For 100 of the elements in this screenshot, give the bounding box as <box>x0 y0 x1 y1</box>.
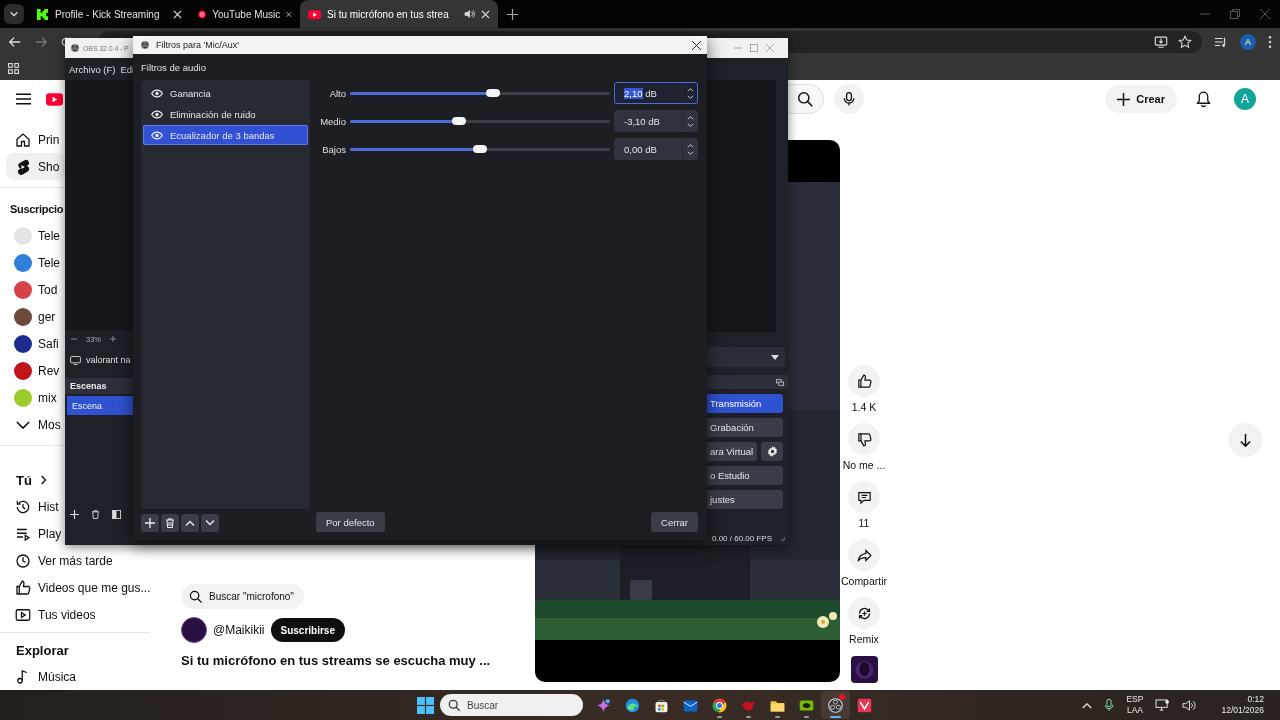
sidebar-item[interactable]: Sho <box>6 153 66 180</box>
search-button[interactable] <box>786 84 824 114</box>
slider[interactable] <box>350 116 610 126</box>
sidebar-item[interactable]: ger <box>6 303 62 330</box>
sidebar-item[interactable]: Prin <box>6 126 66 153</box>
channel-name[interactable]: @Maikikii <box>213 623 265 637</box>
bell-icon[interactable] <box>1195 90 1212 108</box>
control-button[interactable]: o Estudio <box>707 466 783 485</box>
next-video-button[interactable] <box>1228 423 1262 457</box>
channel-avatar[interactable] <box>181 617 207 643</box>
comment-button[interactable] <box>848 481 880 513</box>
apps-grid-icon[interactable] <box>8 62 19 74</box>
like-button[interactable] <box>848 365 880 397</box>
share-button[interactable] <box>848 539 880 571</box>
sidebar-item[interactable]: Música <box>6 663 82 690</box>
browser-tab[interactable]: Profile - Kick Streaming <box>28 0 190 28</box>
taskbar-button[interactable] <box>821 691 850 719</box>
speaker-icon[interactable] <box>463 8 475 20</box>
scene-item[interactable]: Escena <box>67 396 133 415</box>
forward-icon[interactable] <box>34 35 48 49</box>
remix-button[interactable] <box>848 597 880 629</box>
step-down-icon[interactable] <box>686 94 694 100</box>
eye-icon[interactable] <box>151 88 163 98</box>
install-icon[interactable] <box>1154 35 1168 49</box>
filter-item[interactable]: Ganancia <box>143 83 308 103</box>
add-icon[interactable] <box>70 509 79 519</box>
search-field[interactable]: Buscar <box>440 694 583 716</box>
number-field[interactable]: 2,10 dB <box>614 82 698 104</box>
more-menu-icon[interactable] <box>1268 35 1272 49</box>
step-up-icon[interactable] <box>686 86 694 92</box>
network-icon[interactable] <box>1155 698 1171 712</box>
menu-icon[interactable] <box>16 93 31 105</box>
undock-icon[interactable] <box>776 378 784 386</box>
trash-icon[interactable] <box>91 509 100 519</box>
control-button[interactable]: Transmisión <box>707 394 783 413</box>
eye-icon[interactable] <box>151 109 163 119</box>
profile-avatar[interactable]: A <box>1240 34 1256 50</box>
start-icon[interactable] <box>417 696 434 714</box>
sidebar-item[interactable]: Rev <box>6 357 66 384</box>
eye-icon[interactable] <box>151 130 163 140</box>
move-up-button[interactable] <box>181 514 199 532</box>
number-field[interactable]: -3,10 dB <box>614 110 698 132</box>
sidebar-item[interactable]: Tus videos <box>6 601 102 628</box>
show-more-link[interactable]: Mos <box>6 411 67 438</box>
defaults-button[interactable]: Por defecto <box>316 512 385 532</box>
slider[interactable] <box>350 144 610 154</box>
step-up-icon[interactable] <box>686 114 694 120</box>
create-button[interactable]: Crear <box>1105 85 1177 113</box>
settings-button[interactable] <box>761 442 783 461</box>
bookmark-star-icon[interactable] <box>1178 35 1192 49</box>
source-item[interactable]: valorant na <box>65 348 133 372</box>
menu-item[interactable]: Edi <box>120 63 135 75</box>
browser-tab[interactable]: YouTube Music <box>190 0 300 28</box>
resize-grip-icon[interactable] <box>780 535 785 541</box>
sidebar-item[interactable]: mix <box>6 384 63 411</box>
restore-icon[interactable] <box>1230 9 1240 19</box>
dislike-button[interactable] <box>848 423 880 455</box>
subscribe-button[interactable]: Suscribirse <box>270 618 345 642</box>
sidebar-item[interactable]: Play <box>6 520 68 547</box>
back-icon[interactable] <box>8 35 22 49</box>
input-language[interactable]: ESP LAA <box>1126 694 1144 716</box>
slider-thumb[interactable] <box>473 145 487 153</box>
chevron-up-icon[interactable] <box>1082 701 1093 709</box>
step-down-icon[interactable] <box>686 150 694 156</box>
you-section-link[interactable]: Tú <box>0 467 48 493</box>
move-down-button[interactable] <box>201 514 219 532</box>
control-button[interactable]: justes <box>707 490 783 509</box>
slider[interactable] <box>350 88 610 98</box>
voice-search-button[interactable] <box>834 84 864 114</box>
filter-item[interactable]: Eliminación de ruido <box>143 104 308 124</box>
speaker-icon[interactable] <box>1182 698 1198 712</box>
sidebar-item[interactable]: Ver más tarde <box>6 547 119 574</box>
sidebar-item[interactable]: Hist <box>6 493 65 520</box>
microphone-icon[interactable] <box>1104 698 1115 712</box>
menu-item[interactable]: Archivo (F) <box>69 63 116 75</box>
slider-thumb[interactable] <box>486 89 500 97</box>
clock[interactable]: 0:12 12/01/2026 <box>1221 694 1264 716</box>
control-button[interactable]: Grabación <box>707 418 783 437</box>
delete-button[interactable] <box>161 514 179 532</box>
sidebar-item[interactable]: Videos que me gus... <box>6 574 157 601</box>
step-down-icon[interactable] <box>686 122 694 128</box>
add-button[interactable] <box>141 514 159 532</box>
close-icon[interactable] <box>692 40 701 50</box>
filter-item[interactable]: Ecualizador de 3 bandas <box>143 125 308 145</box>
search-chip[interactable]: Buscar "microfono" <box>181 584 304 609</box>
slider-thumb[interactable] <box>452 117 467 125</box>
media-queue-icon[interactable] <box>1214 35 1228 49</box>
filter-icon[interactable] <box>112 509 121 519</box>
close-button[interactable]: Cerrar <box>651 512 698 532</box>
play-logo-icon[interactable] <box>46 92 63 106</box>
step-up-icon[interactable] <box>686 142 694 148</box>
control-button[interactable]: ara Virtual <box>707 442 757 461</box>
sidebar-item[interactable]: Tele <box>6 222 66 249</box>
number-field[interactable]: 0,00 dB <box>614 138 698 160</box>
sidebar-item[interactable]: Tele <box>6 249 66 276</box>
sidebar-item[interactable]: Safi <box>6 330 65 357</box>
zoom-in-icon[interactable] <box>110 336 116 342</box>
sidebar-item[interactable]: Tod <box>6 276 64 303</box>
new-tab-icon[interactable] <box>507 8 518 20</box>
browser-tab[interactable]: Si tu micrófono en tus strea <box>300 0 498 28</box>
